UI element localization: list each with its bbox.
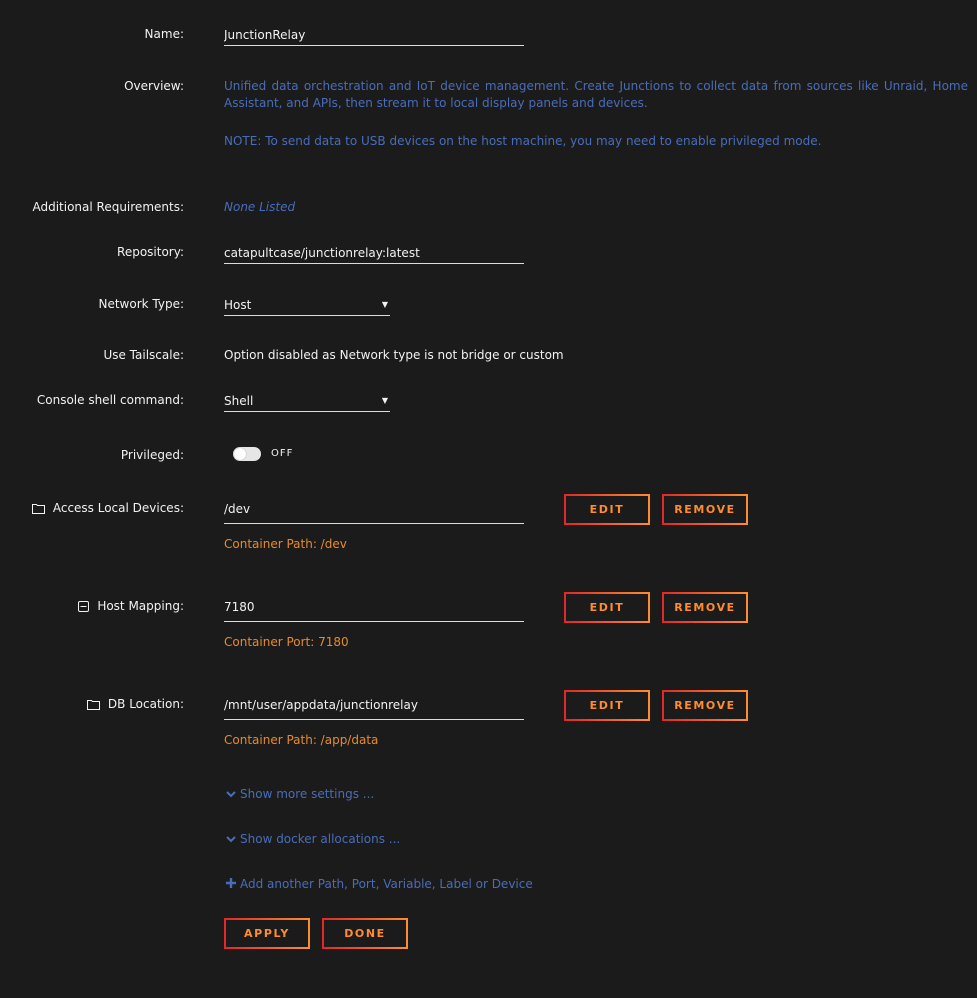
chevron-down-icon	[226, 787, 240, 801]
remove-button[interactable]: REMOVE	[662, 592, 748, 623]
privileged-state: OFF	[271, 448, 294, 459]
remove-button[interactable]: REMOVE	[662, 690, 748, 721]
edit-button[interactable]: EDIT	[564, 592, 650, 623]
repository-input[interactable]: catapultcase/junctionrelay:latest	[224, 242, 524, 264]
network-type-value: Host	[224, 298, 252, 312]
show-more-settings-label: Show more settings ...	[240, 787, 375, 801]
show-docker-allocations-link[interactable]: Show docker allocations ...	[226, 832, 400, 846]
plus-icon	[226, 877, 240, 891]
privileged-label: Privileged:	[120, 448, 184, 462]
mapping-label: Access Local Devices:	[31, 501, 184, 515]
network-type-select[interactable]: Host ▼	[224, 294, 390, 316]
docker-container-form: Name: JunctionRelay Overview: Unified da…	[0, 0, 977, 998]
mapping-label-text: DB Location:	[107, 697, 184, 711]
name-input[interactable]: JunctionRelay	[224, 24, 524, 46]
chevron-down-icon: ▼	[381, 300, 388, 309]
access-devices-input[interactable]: /dev	[224, 498, 524, 524]
overview-label: Overview:	[124, 79, 184, 93]
privileged-toggle[interactable]	[233, 447, 261, 461]
chevron-down-icon: ▼	[381, 396, 388, 405]
console-label: Console shell command:	[36, 393, 184, 407]
remove-button[interactable]: REMOVE	[662, 494, 748, 525]
add-another-link[interactable]: Add another Path, Port, Variable, Label …	[226, 877, 533, 891]
tailscale-value: Option disabled as Network type is not b…	[224, 348, 564, 362]
edit-button[interactable]: EDIT	[564, 690, 650, 721]
edit-button[interactable]: EDIT	[564, 494, 650, 525]
container-path-note: Container Path: /app/data	[224, 733, 379, 747]
console-value: Shell	[224, 394, 254, 408]
apply-button[interactable]: APPLY	[224, 918, 310, 949]
minus-square-icon	[78, 601, 90, 612]
done-button[interactable]: DONE	[322, 918, 408, 949]
show-more-settings-link[interactable]: Show more settings ...	[226, 787, 374, 801]
add-another-label: Add another Path, Port, Variable, Label …	[240, 877, 533, 891]
repository-label: Repository:	[117, 245, 184, 259]
db-location-input[interactable]: /mnt/user/appdata/junctionrelay	[224, 694, 524, 720]
tailscale-label: Use Tailscale:	[103, 348, 184, 362]
mapping-label: DB Location:	[86, 697, 184, 711]
show-docker-allocations-label: Show docker allocations ...	[240, 832, 401, 846]
container-port-note: Container Port: 7180	[224, 635, 349, 649]
requirements-label: Additional Requirements:	[32, 200, 184, 214]
folder-icon	[31, 504, 45, 514]
mapping-label: Host Mapping:	[78, 599, 184, 613]
folder-icon	[86, 700, 100, 710]
host-mapping-input[interactable]: 7180	[224, 596, 524, 622]
requirements-value: None Listed	[224, 200, 296, 214]
mapping-label-text: Host Mapping:	[97, 599, 184, 613]
console-select[interactable]: Shell ▼	[224, 390, 390, 412]
toggle-knob	[234, 448, 246, 460]
overview-text: Unified data orchestration and IoT devic…	[224, 79, 968, 110]
container-path-note: Container Path: /dev	[224, 537, 347, 551]
name-label: Name:	[144, 27, 184, 41]
overview-note: NOTE: To send data to USB devices on the…	[224, 134, 822, 148]
chevron-down-icon	[226, 832, 240, 846]
mapping-label-text: Access Local Devices:	[52, 501, 184, 515]
network-type-label: Network Type:	[98, 297, 184, 311]
